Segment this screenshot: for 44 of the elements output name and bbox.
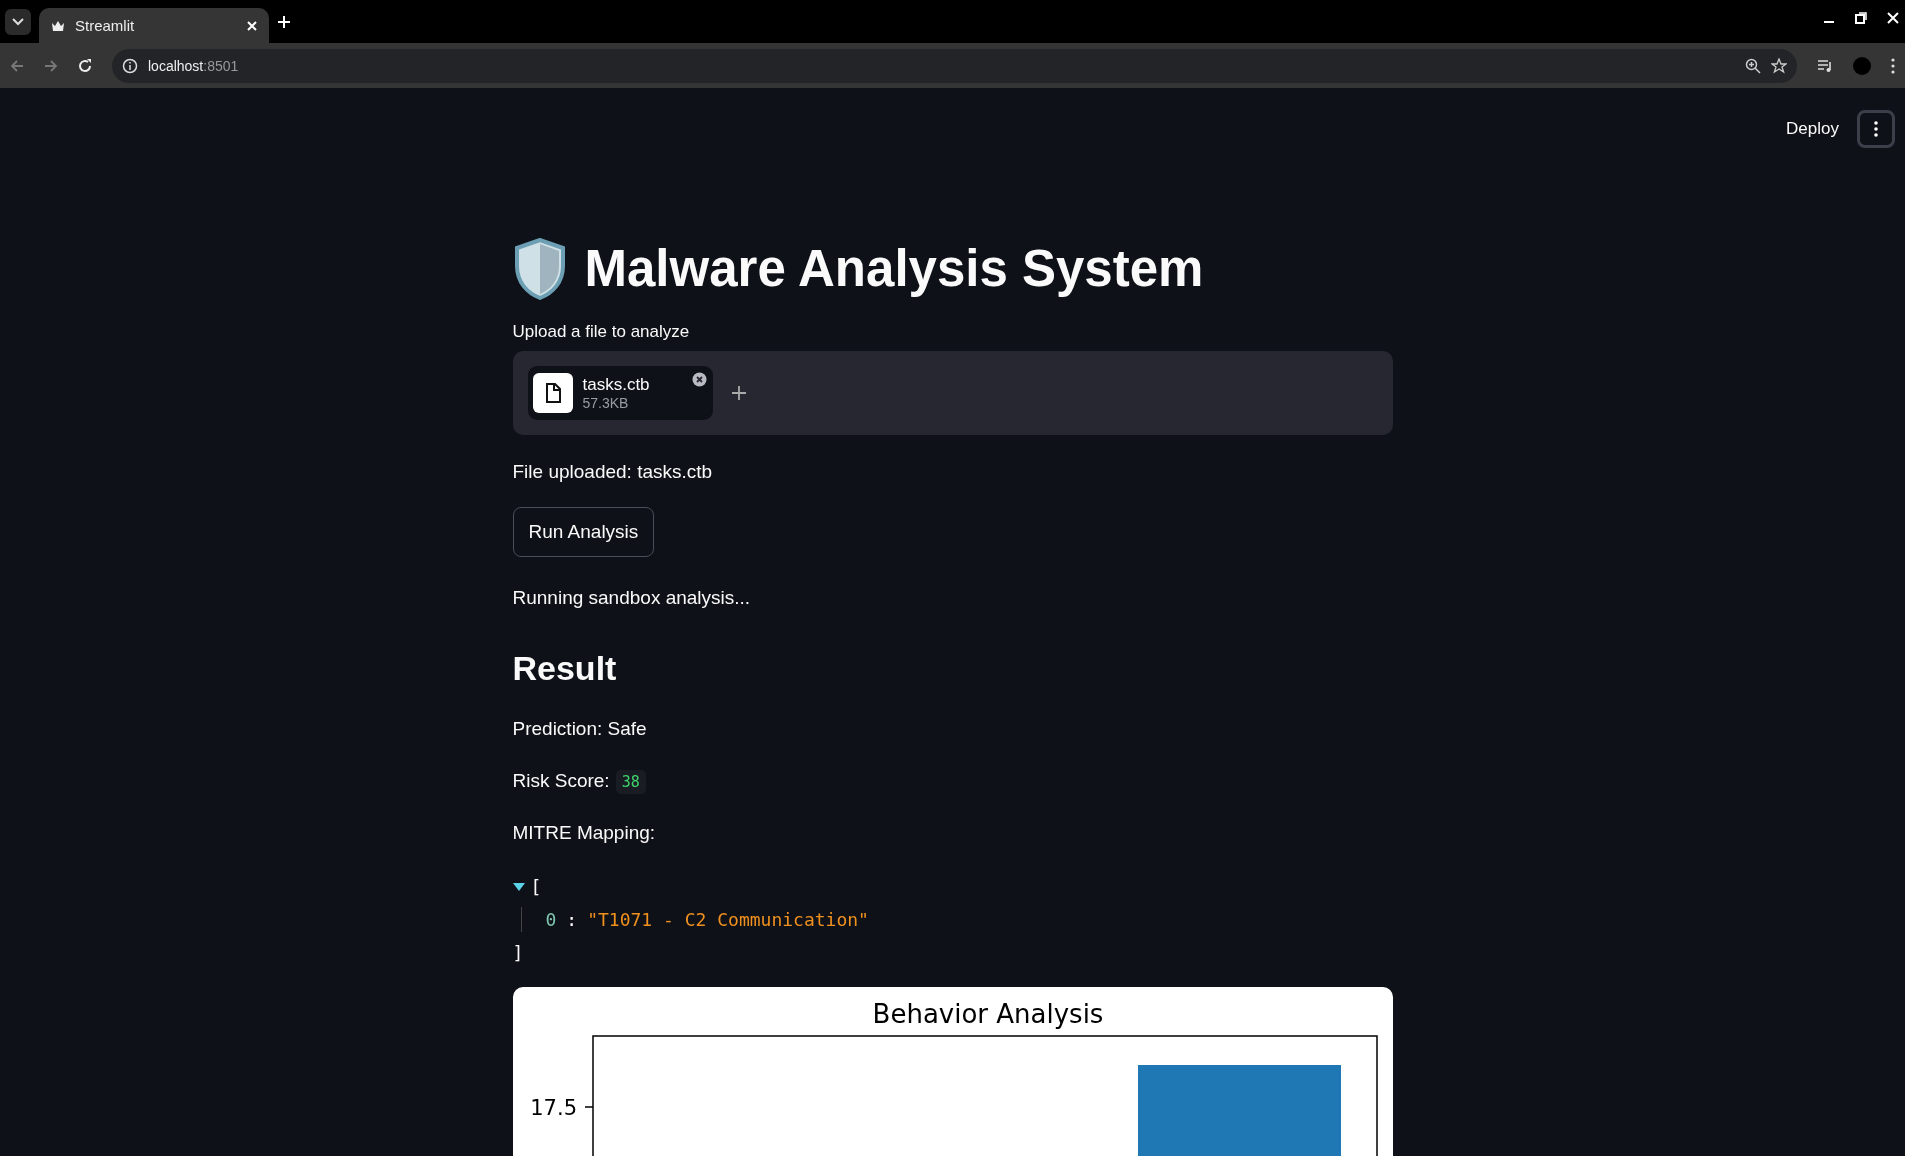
restore-icon[interactable] — [1855, 12, 1867, 24]
more-icon[interactable] — [1874, 121, 1878, 137]
json-string-value: "T1071 - C2 Communication" — [587, 909, 869, 930]
run-analysis-button[interactable]: Run Analysis — [512, 507, 655, 557]
json-index: 0 — [545, 909, 557, 930]
risk-score-label: Risk Score: — [512, 770, 610, 791]
tab-list-icon[interactable] — [5, 8, 31, 35]
file-dropzone[interactable]: tasks.ctb 57.3KB — [512, 351, 1393, 435]
menu-icon[interactable] — [1891, 57, 1895, 74]
caret-icon[interactable] — [512, 881, 525, 892]
zoom-icon[interactable] — [1745, 57, 1761, 74]
y-tick-label: 17.5 — [529, 1096, 577, 1120]
file-icon — [532, 373, 573, 413]
media-icon[interactable] — [1817, 58, 1833, 73]
new-tab-icon[interactable] — [277, 14, 291, 29]
close-icon[interactable] — [247, 20, 257, 31]
chart-title: Behavior Analysis — [872, 999, 1103, 1029]
json-separator: : — [566, 909, 578, 930]
forward-icon[interactable] — [44, 58, 58, 73]
star-icon[interactable] — [1771, 57, 1787, 74]
upload-message: File uploaded: tasks.ctb — [512, 461, 714, 483]
uploader-label: Upload a file to analyze — [512, 322, 691, 342]
add-icon[interactable] — [730, 385, 747, 401]
deploy-button[interactable]: Deploy — [1782, 115, 1843, 143]
browser-tab[interactable]: Streamlit — [39, 8, 269, 43]
page-title: Malware Analysis System — [584, 239, 1204, 300]
open-bracket: [ — [530, 876, 542, 897]
shield-icon — [512, 238, 567, 300]
menu-button[interactable] — [1857, 110, 1895, 148]
file-name: tasks.ctb — [582, 375, 650, 395]
back-icon[interactable] — [10, 58, 24, 73]
crown-icon — [51, 19, 65, 32]
result-heading: Result — [512, 649, 618, 688]
status-message: Running sandbox analysis... — [512, 587, 752, 609]
remove-icon[interactable] — [691, 372, 707, 387]
file-size: 57.3KB — [582, 395, 630, 411]
close-bracket: ] — [512, 942, 525, 963]
mitre-label: MITRE Mapping: — [512, 822, 657, 844]
address-bar[interactable]: localhost:8501 — [112, 48, 1797, 83]
prediction-text: Prediction: Safe — [512, 718, 648, 740]
risk-score-value: 38 — [615, 770, 646, 794]
info-icon[interactable] — [122, 57, 138, 74]
reload-icon[interactable] — [78, 58, 92, 73]
close-icon[interactable] — [1887, 12, 1899, 24]
